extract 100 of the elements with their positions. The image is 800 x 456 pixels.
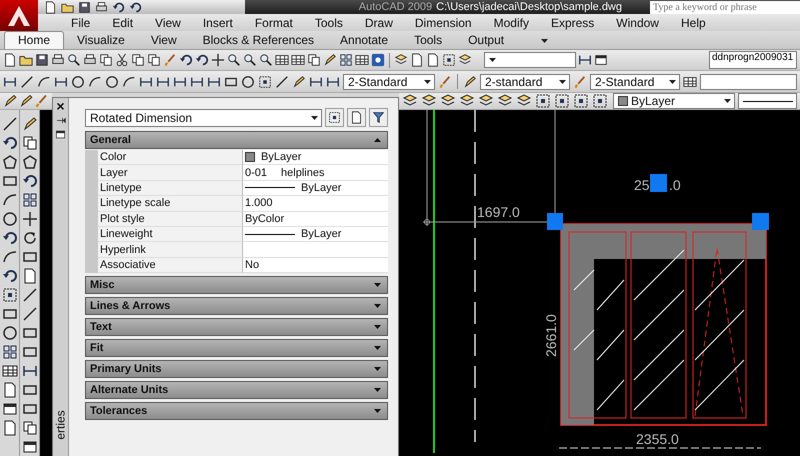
pencil-icon[interactable] bbox=[22, 116, 38, 132]
menu-item[interactable]: Modify bbox=[482, 16, 540, 30]
expand-icon[interactable] bbox=[374, 346, 381, 350]
table-icon[interactable] bbox=[683, 74, 697, 88]
arc-icon[interactable] bbox=[2, 192, 18, 208]
expand-icon[interactable] bbox=[374, 409, 381, 414]
copy-icon[interactable] bbox=[131, 53, 145, 67]
line-icon[interactable] bbox=[2, 116, 18, 132]
undo-icon[interactable] bbox=[2, 268, 18, 284]
ribbon-tab[interactable]: Visualize bbox=[64, 32, 138, 49]
style-dropdown[interactable]: 2-standard bbox=[480, 74, 570, 90]
undo-icon[interactable] bbox=[112, 0, 125, 14]
pentagon-icon[interactable] bbox=[22, 154, 38, 170]
combo-field[interactable] bbox=[700, 74, 797, 90]
undo-icon[interactable] bbox=[2, 230, 18, 246]
select-icon[interactable] bbox=[2, 287, 18, 303]
page-icon[interactable] bbox=[22, 268, 38, 284]
pencil-icon[interactable] bbox=[292, 74, 306, 88]
brush-icon[interactable] bbox=[573, 74, 587, 88]
dimension-icon[interactable] bbox=[139, 74, 153, 88]
array-icon[interactable] bbox=[22, 192, 38, 208]
table-icon[interactable] bbox=[291, 53, 305, 67]
panel-icon[interactable] bbox=[594, 53, 608, 67]
page-icon[interactable] bbox=[350, 111, 363, 124]
grip-handle[interactable] bbox=[650, 174, 667, 192]
dimension-icon[interactable] bbox=[3, 74, 17, 88]
property-value[interactable]: 1.000 bbox=[245, 197, 273, 210]
arc-icon[interactable] bbox=[88, 74, 102, 88]
menu-item[interactable]: Tools bbox=[304, 16, 354, 30]
page-icon[interactable] bbox=[426, 53, 440, 67]
magnifier-icon[interactable] bbox=[243, 53, 257, 67]
filter-icon[interactable] bbox=[372, 111, 385, 124]
circle-icon[interactable] bbox=[2, 325, 18, 341]
scissors-icon[interactable] bbox=[115, 53, 129, 67]
circle-icon[interactable] bbox=[2, 211, 18, 227]
dimension-icon[interactable] bbox=[326, 74, 340, 88]
menu-item[interactable]: Insert bbox=[192, 16, 244, 30]
ribbon-tab[interactable]: Output bbox=[455, 32, 518, 49]
caret-icon[interactable] bbox=[541, 39, 548, 43]
arc-icon[interactable] bbox=[37, 74, 51, 88]
line-icon[interactable] bbox=[22, 287, 38, 303]
caret-icon[interactable] bbox=[724, 99, 731, 103]
menu-item[interactable]: Draw bbox=[354, 16, 404, 30]
magnifier-icon[interactable] bbox=[259, 53, 273, 67]
style-dropdown[interactable]: 2-Standard bbox=[590, 74, 680, 90]
section-header[interactable]: Alternate Units bbox=[85, 381, 388, 400]
line-icon[interactable] bbox=[275, 74, 289, 88]
copy-icon[interactable] bbox=[22, 135, 38, 151]
table-icon[interactable] bbox=[355, 53, 369, 67]
section-header[interactable]: Text bbox=[85, 318, 388, 336]
menu-item[interactable]: View bbox=[144, 16, 192, 30]
property-value[interactable]: 0-01 bbox=[245, 166, 268, 179]
search-field[interactable]: Type a keyword or phrase bbox=[650, 0, 800, 14]
array-icon[interactable] bbox=[339, 53, 353, 67]
table-icon[interactable] bbox=[275, 53, 289, 67]
circle-icon[interactable] bbox=[241, 74, 255, 88]
undo-icon[interactable] bbox=[2, 135, 18, 151]
ribbon-tab[interactable]: Annotate bbox=[327, 32, 402, 49]
undo-icon[interactable] bbox=[129, 0, 142, 14]
page-icon[interactable] bbox=[2, 382, 18, 398]
layers-icon[interactable] bbox=[394, 53, 408, 67]
selection-dropdown[interactable]: Rotated Dimension bbox=[85, 108, 322, 126]
menu-item[interactable]: Express bbox=[540, 16, 606, 30]
ribbon-tab[interactable]: Blocks & References bbox=[190, 32, 328, 49]
brush-icon[interactable] bbox=[438, 74, 452, 88]
brush-icon[interactable] bbox=[34, 93, 50, 109]
copy-icon[interactable] bbox=[99, 53, 113, 67]
caret-icon[interactable] bbox=[669, 80, 676, 84]
select-icon[interactable] bbox=[592, 93, 608, 109]
pentagon-icon[interactable] bbox=[2, 154, 18, 170]
select-icon[interactable] bbox=[328, 111, 341, 124]
caret-icon[interactable] bbox=[559, 80, 566, 84]
pencil-icon[interactable] bbox=[463, 74, 477, 88]
expand-icon[interactable] bbox=[374, 325, 381, 330]
page-icon[interactable] bbox=[2, 420, 18, 436]
copy-icon[interactable] bbox=[22, 420, 38, 436]
menu-item[interactable]: File bbox=[60, 16, 102, 30]
arc-icon[interactable] bbox=[122, 74, 136, 88]
expand-icon[interactable] bbox=[374, 283, 381, 288]
linetype-dropdown[interactable] bbox=[738, 93, 797, 109]
line-icon[interactable] bbox=[22, 306, 38, 322]
magnifier-icon[interactable] bbox=[227, 53, 241, 67]
property-value[interactable]: helplines bbox=[281, 166, 324, 179]
dimension-icon[interactable] bbox=[156, 74, 170, 88]
panel-icon[interactable] bbox=[2, 401, 18, 417]
property-value[interactable]: No bbox=[245, 258, 260, 271]
select-icon[interactable] bbox=[535, 93, 551, 109]
table-icon[interactable] bbox=[2, 363, 18, 379]
ribbon-tab[interactable]: Home bbox=[4, 31, 64, 49]
brush-icon[interactable] bbox=[163, 53, 177, 67]
section-header[interactable]: General bbox=[85, 131, 388, 149]
undo-icon[interactable] bbox=[179, 53, 193, 67]
select-icon[interactable] bbox=[258, 74, 272, 88]
workspace-field[interactable]: ddnprogn2009031 bbox=[709, 51, 797, 69]
pencil-icon[interactable] bbox=[323, 53, 337, 67]
folder-icon[interactable] bbox=[19, 53, 33, 67]
pencil-icon[interactable] bbox=[18, 93, 34, 109]
panel-icon[interactable] bbox=[55, 129, 66, 140]
arc-icon[interactable] bbox=[2, 249, 18, 265]
menu-item[interactable]: Window bbox=[605, 16, 670, 30]
